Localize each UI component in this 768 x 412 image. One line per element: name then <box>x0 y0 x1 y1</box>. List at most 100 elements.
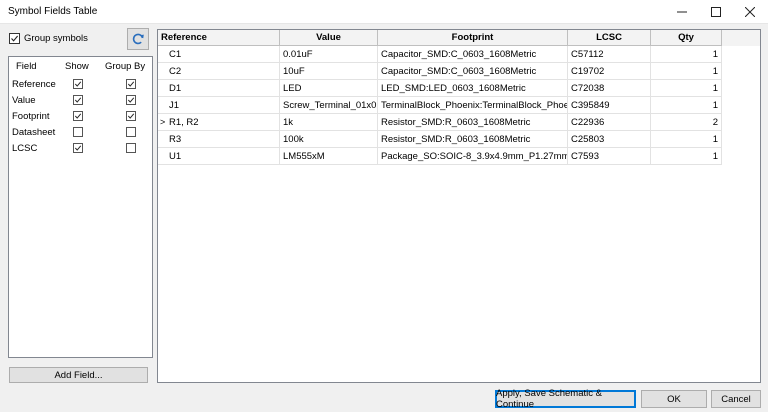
maximize-button[interactable] <box>699 0 733 24</box>
field-show-checkbox[interactable] <box>73 79 83 89</box>
cell-lcsc[interactable]: C7593 <box>568 148 651 165</box>
field-group-by-checkbox[interactable] <box>126 127 136 137</box>
cell-text: LED <box>283 83 302 94</box>
table-row[interactable]: R3 100k Resistor_SMD:R_0603_1608Metric C258… <box>158 131 722 148</box>
table-row[interactable]: J1 Screw_Terminal_01x02 TerminalBlock_Phoe… <box>158 97 722 114</box>
column-header-reference[interactable]: Reference <box>158 30 280 46</box>
group-expander-icon[interactable]: > <box>160 117 165 127</box>
checkmark-icon <box>127 97 135 103</box>
cell-lcsc[interactable]: C72038 <box>568 80 651 97</box>
cell-value[interactable]: 1k <box>280 114 378 131</box>
cell-footprint[interactable]: Package_SO:SOIC-8_3.9x4.9mm_P1.27mm <box>378 148 568 165</box>
table-row[interactable]: C1 0.01uF Capacitor_SMD:C_0603_1608Metric C… <box>158 46 722 63</box>
cell-qty[interactable]: 1 <box>651 148 722 165</box>
table-row[interactable]: D1 LED LED_SMD:LED_0603_1608Metric C72038 1 <box>158 80 722 97</box>
field-row[interactable]: LCSC <box>9 141 152 157</box>
cell-value[interactable]: LM555xM <box>280 148 378 165</box>
cell-text: 10uF <box>283 66 305 77</box>
cell-qty[interactable]: 1 <box>651 97 722 114</box>
field-group-by-checkbox[interactable] <box>126 95 136 105</box>
cell-reference[interactable]: D1 <box>158 80 280 97</box>
minimize-button[interactable] <box>665 0 699 24</box>
apply-save-continue-button[interactable]: Apply, Save Schematic & Continue <box>495 388 636 410</box>
cell-reference[interactable]: U1 <box>158 148 280 165</box>
cell-lcsc[interactable]: C395849 <box>568 97 651 114</box>
cell-lcsc[interactable]: C22936 <box>568 114 651 131</box>
cell-qty[interactable]: 1 <box>651 46 722 63</box>
fields-list: Field Show Group By Reference Value Footpr… <box>8 56 153 358</box>
cell-footprint[interactable]: LED_SMD:LED_0603_1608Metric <box>378 80 568 97</box>
field-show-checkbox[interactable] <box>73 111 83 121</box>
cell-footprint[interactable]: TerminalBlock_Phoenix:TerminalBlock_Phoe… <box>378 97 568 114</box>
table-row[interactable]: > R1, R2 1k Resistor_SMD:R_0603_1608Metric C… <box>158 114 722 131</box>
cell-footprint[interactable]: Resistor_SMD:R_0603_1608Metric <box>378 131 568 148</box>
cell-text: 0.01uF <box>283 49 313 60</box>
column-header-lcsc[interactable]: LCSC <box>568 30 651 46</box>
column-header-footprint[interactable]: Footprint <box>378 30 568 46</box>
cell-reference[interactable]: C1 <box>158 46 280 63</box>
table-row[interactable]: U1 LM555xM Package_SO:SOIC-8_3.9x4.9mm_P1.… <box>158 148 722 165</box>
cell-text: D1 <box>169 83 182 94</box>
cell-text: Package_SO:SOIC-8_3.9x4.9mm_P1.27mm <box>381 151 568 162</box>
add-field-button[interactable]: Add Field... <box>9 367 148 383</box>
checkmark-icon <box>127 81 135 87</box>
ok-button[interactable]: OK <box>641 390 707 408</box>
cell-lcsc[interactable]: C57112 <box>568 46 651 63</box>
cell-lcsc[interactable]: C25803 <box>568 131 651 148</box>
refresh-button[interactable] <box>127 28 149 50</box>
cell-reference[interactable]: J1 <box>158 97 280 114</box>
field-row[interactable]: Footprint <box>9 109 152 125</box>
cell-footprint[interactable]: Capacitor_SMD:C_0603_1608Metric <box>378 63 568 80</box>
maximize-icon <box>711 7 721 17</box>
cell-value[interactable]: Screw_Terminal_01x02 <box>280 97 378 114</box>
cell-qty[interactable]: 1 <box>651 131 722 148</box>
cell-text: 1 <box>712 100 718 111</box>
cell-lcsc[interactable]: C19702 <box>568 63 651 80</box>
close-button[interactable] <box>733 0 767 24</box>
cell-footprint[interactable]: Capacitor_SMD:C_0603_1608Metric <box>378 46 568 63</box>
field-show-checkbox[interactable] <box>73 95 83 105</box>
column-header-value[interactable]: Value <box>280 30 378 46</box>
field-group-by-checkbox[interactable] <box>126 143 136 153</box>
checkmark-icon <box>74 145 82 151</box>
field-show-checkbox[interactable] <box>73 127 83 137</box>
cell-reference[interactable]: > R1, R2 <box>158 114 280 131</box>
checkmark-icon <box>11 35 19 42</box>
field-name: Reference <box>12 79 56 90</box>
field-row[interactable]: Datasheet <box>9 125 152 141</box>
cell-text: 2 <box>712 117 718 128</box>
cell-text: R3 <box>169 134 182 145</box>
cell-qty[interactable]: 1 <box>651 80 722 97</box>
cell-value[interactable]: 100k <box>280 131 378 148</box>
cell-value[interactable]: 0.01uF <box>280 46 378 63</box>
field-group-by-checkbox[interactable] <box>126 111 136 121</box>
group-symbols-checkbox[interactable] <box>9 33 20 44</box>
cell-reference[interactable]: R3 <box>158 131 280 148</box>
cell-value[interactable]: 10uF <box>280 63 378 80</box>
cell-text: U1 <box>169 151 182 162</box>
field-row[interactable]: Reference <box>9 77 152 93</box>
checkmark-icon <box>127 113 135 119</box>
cell-text: 100k <box>283 134 304 145</box>
cell-text: Capacitor_SMD:C_0603_1608Metric <box>381 49 537 60</box>
cell-text: C1 <box>169 49 182 60</box>
cell-text: 1 <box>712 151 718 162</box>
field-row[interactable]: Value <box>9 93 152 109</box>
cell-qty[interactable]: 2 <box>651 114 722 131</box>
column-header-qty[interactable]: Qty <box>651 30 722 46</box>
cell-footprint[interactable]: Resistor_SMD:R_0603_1608Metric <box>378 114 568 131</box>
cancel-button[interactable]: Cancel <box>711 390 761 408</box>
cell-qty[interactable]: 1 <box>651 63 722 80</box>
cell-text: TerminalBlock_Phoenix:TerminalBlock_Phoe… <box>381 100 568 111</box>
checkmark-icon <box>74 113 82 119</box>
table-row[interactable]: C2 10uF Capacitor_SMD:C_0603_1608Metric C19… <box>158 63 722 80</box>
cell-reference[interactable]: C2 <box>158 63 280 80</box>
checkmark-icon <box>74 81 82 87</box>
title-bar: Symbol Fields Table <box>0 0 768 24</box>
field-group-by-checkbox[interactable] <box>126 79 136 89</box>
cell-text: 1 <box>712 66 718 77</box>
cell-value[interactable]: LED <box>280 80 378 97</box>
cell-text: LED_SMD:LED_0603_1608Metric <box>381 83 526 94</box>
field-show-checkbox[interactable] <box>73 143 83 153</box>
cell-text: C19702 <box>571 66 605 77</box>
